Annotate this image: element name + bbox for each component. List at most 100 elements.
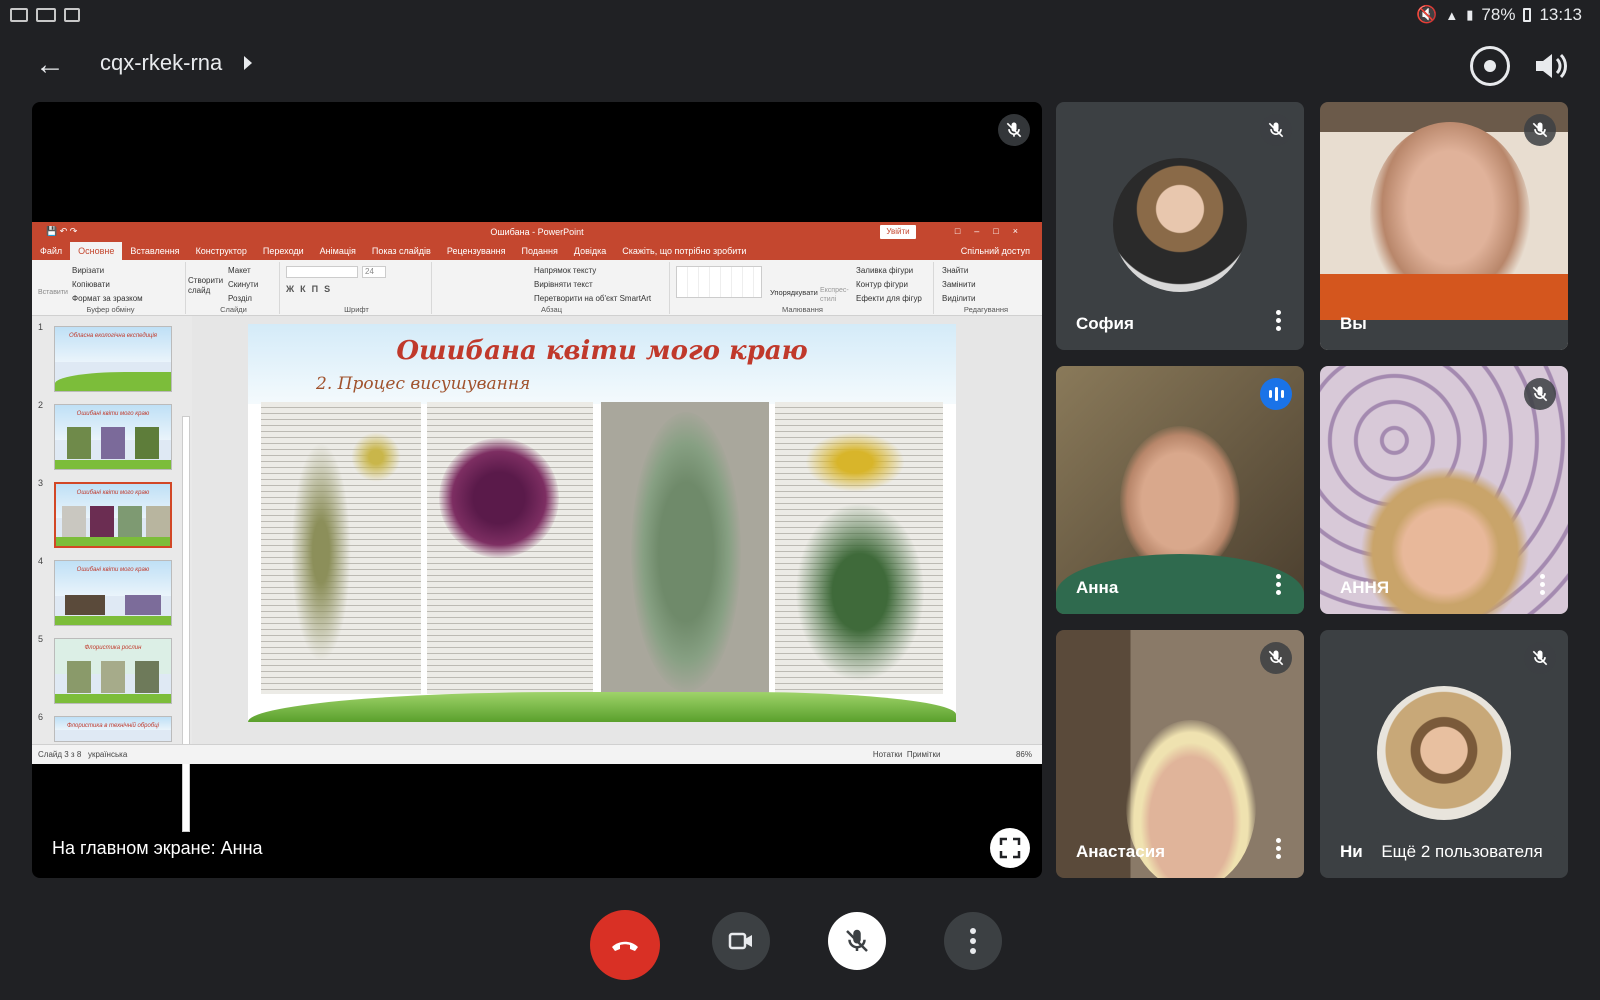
shared-screen-powerpoint: 💾 ↶ ↷ Ошибана - PowerPoint Увійти □–□× Ф…: [32, 222, 1042, 832]
slide-thumbnails-pane: 1 Обласна екологічна експедиція 2 Ошибан…: [32, 316, 192, 832]
slide-grass-decoration: [248, 692, 956, 722]
thumb-number: 1: [38, 322, 44, 332]
participant-name: Ни: [1340, 842, 1363, 861]
status-indicators: 🔇 ▲ ▮ 78% 13:13: [1416, 5, 1582, 25]
cut-label: Вирізати: [72, 266, 105, 275]
slide-title: Ошибана квіти мого краю: [396, 336, 808, 366]
ribbon-group-label: Буфер обміну: [86, 305, 135, 314]
slide-thumbnail-selected: Ошибані квіти мого краю: [54, 482, 172, 548]
thumb-title: Обласна екологічна експедиція: [68, 333, 158, 339]
mic-off-icon: [1524, 114, 1556, 146]
mic-toggle-button[interactable]: [828, 912, 886, 970]
ppt-tab: Анімація: [319, 246, 356, 256]
reset-label: Скинути: [228, 280, 259, 289]
more-vert-icon[interactable]: [1276, 310, 1282, 332]
participant-tile[interactable]: Анастасия: [1056, 630, 1304, 878]
ribbon-group-editing: Знайти Замінити Виділити Редагування: [936, 262, 1036, 314]
ribbon-group-label: Малювання: [782, 305, 823, 314]
participant-tile[interactable]: София: [1056, 102, 1304, 350]
more-vert-icon[interactable]: [1540, 574, 1546, 596]
slide-counter: Слайд 3 з 8: [38, 750, 82, 759]
ribbon-group-font: 24 ЖКПS Шрифт: [282, 262, 432, 314]
participant-avatar: [1113, 158, 1247, 292]
paste-label: Вставити: [38, 289, 68, 296]
clock: 13:13: [1539, 5, 1582, 24]
mic-off-icon: [846, 929, 868, 952]
videocam-icon: [728, 932, 752, 950]
ribbon-group-slides: Створити слайд Макет Скинути Розділ Слай…: [188, 262, 280, 314]
status-bar: 🔇 ▲ ▮ 78% 13:13: [0, 0, 1600, 32]
text-direction-label: Напрямок тексту: [534, 266, 597, 275]
thumb-number: 3: [38, 478, 44, 488]
more-participants-chip[interactable]: Ещё 2 пользователя: [1362, 832, 1562, 872]
more-vert-icon[interactable]: [1276, 838, 1282, 860]
meeting-code[interactable]: cqx-rkek-rna: [100, 50, 222, 76]
slide-thumbnail: Флористика в технічній обробці: [54, 716, 172, 742]
ppt-tab: Файл: [40, 246, 63, 256]
participant-name: АННЯ: [1340, 578, 1390, 597]
wifi-icon: ▲: [1445, 7, 1459, 23]
ppt-tab: Подання: [521, 246, 558, 256]
ppt-statusbar: Слайд 3 з 8 українська Нотатки Примітки …: [32, 744, 1042, 764]
quick-styles-label: Експрес-стилі: [820, 287, 849, 303]
participant-tile-speaking[interactable]: Анна: [1056, 366, 1304, 614]
thumb-number: 4: [38, 556, 44, 566]
ppt-signin-button: Увійти: [880, 225, 916, 239]
main-stage[interactable]: 💾 ↶ ↷ Ошибана - PowerPoint Увійти □–□× Ф…: [32, 102, 1042, 878]
ribbon-group-clipboard: Вставити Вирізати Копіювати Формат за зр…: [36, 262, 186, 314]
pressed-plant-photo: [261, 402, 421, 694]
battery-icon: [1523, 8, 1532, 22]
format-painter-label: Формат за зразком: [72, 294, 143, 303]
font-size-field: 24: [362, 266, 386, 278]
volume-icon[interactable]: [1530, 46, 1570, 86]
thumb-number: 2: [38, 400, 44, 410]
ppt-ribbon-tabs: Файл Основне Вставлення Конструктор Пере…: [32, 242, 1042, 260]
shape-fill-label: Заливка фігури: [856, 266, 914, 275]
more-options-button[interactable]: [944, 912, 1002, 970]
more-vert-icon[interactable]: [1276, 574, 1282, 596]
copy-label: Копіювати: [72, 280, 110, 289]
font-format-icons: ЖКПS: [286, 284, 337, 294]
select-label: Виділити: [942, 294, 976, 303]
slide-subtitle: 2. Процес висушування: [316, 374, 531, 394]
camera-toggle-button[interactable]: [712, 912, 770, 970]
replace-label: Замінити: [942, 280, 976, 289]
section-label: Розділ: [228, 294, 252, 303]
slide-canvas: Ошибана квіти мого краю 2. Процес висушу…: [192, 316, 1042, 744]
meeting-info-caret-icon[interactable]: [244, 56, 252, 70]
smartart-label: Перетворити на об'єкт SmartArt: [534, 294, 652, 303]
shapes-gallery: [676, 266, 762, 298]
current-slide: Ошибана квіти мого краю 2. Процес висушу…: [248, 324, 956, 722]
participant-name: Анастасия: [1076, 842, 1166, 861]
participant-tile-self[interactable]: Вы: [1320, 102, 1568, 350]
switch-camera-icon[interactable]: [1470, 46, 1510, 86]
mic-off-icon: [998, 114, 1030, 146]
slide-thumbnail: Ошибані квіти мого краю: [54, 404, 172, 470]
gallery-icon: [10, 8, 28, 22]
thumb-title: Ошибані квіти мого краю: [76, 411, 150, 417]
ppt-window-controls-icon: □–□×: [954, 226, 1032, 236]
shape-effects-label: Ефекти для фігур: [856, 294, 922, 303]
back-arrow-icon[interactable]: ←: [30, 48, 70, 84]
ribbon-group-label: Слайди: [220, 305, 247, 314]
participant-tile[interactable]: АННЯ: [1320, 366, 1568, 614]
participant-avatar: [1377, 686, 1511, 820]
layout-label: Макет: [228, 266, 251, 275]
ppt-share: Спільний доступ: [960, 246, 1030, 256]
ppt-tab: Довідка: [573, 246, 607, 256]
slide-thumbnail: Флористика рослин: [54, 638, 172, 704]
mic-off-icon: [1260, 642, 1292, 674]
end-call-button[interactable]: [590, 910, 660, 980]
ppt-tab-active: Основне: [70, 242, 123, 260]
participant-name: Анна: [1076, 578, 1119, 597]
find-label: Знайти: [942, 266, 969, 275]
ppt-tab: Рецензування: [446, 246, 506, 256]
thumb-title: Ошибані квіти мого краю: [76, 490, 150, 496]
mic-off-icon: [1524, 378, 1556, 410]
end-call-icon: [612, 941, 638, 951]
ribbon-group-label: Абзац: [540, 305, 563, 314]
ppt-tab: Показ слайдів: [371, 246, 431, 256]
new-slide-label: Створити слайд: [188, 276, 224, 295]
fullscreen-icon[interactable]: [990, 828, 1030, 868]
slide-thumbnail: Обласна екологічна експедиція: [54, 326, 172, 392]
